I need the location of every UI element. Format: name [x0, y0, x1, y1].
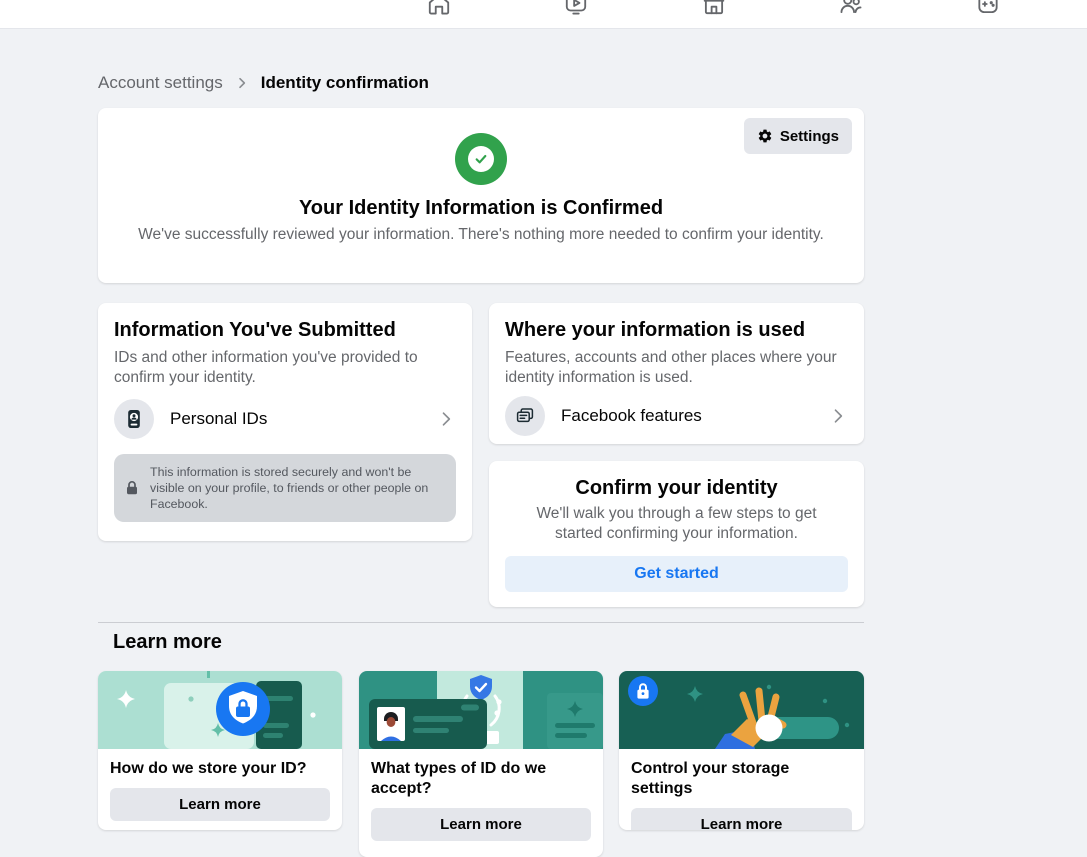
learn-card-title: What types of ID do we accept? [371, 759, 591, 799]
lock-icon [124, 480, 140, 496]
learn-card-title: Control your storage settings [631, 759, 852, 799]
secure-storage-notice-text: This information is stored securely and … [150, 464, 444, 512]
confirm-card-title: Confirm your identity [505, 477, 848, 500]
confirm-identity-card: Confirm your identity We'll walk you thr… [489, 461, 864, 607]
confirm-card-description: We'll walk you through a few steps to ge… [512, 504, 842, 544]
usage-card-description: Features, accounts and other places wher… [505, 348, 848, 388]
storage-settings-illustration [619, 671, 864, 749]
information-usage-card: Where your information is used Features,… [489, 303, 864, 444]
settings-button-label: Settings [780, 128, 839, 145]
breadcrumb-identity-confirmation: Identity confirmation [261, 73, 429, 93]
usage-card-title: Where your information is used [505, 319, 848, 342]
chevron-right-icon [828, 406, 848, 426]
learn-more-button[interactable]: Learn more [110, 788, 330, 821]
learn-card-title: How do we store your ID? [110, 759, 330, 779]
learn-more-heading: Learn more [113, 631, 222, 654]
learn-card-id-types: What types of ID do we accept? Learn mor… [359, 671, 603, 857]
top-navigation-bar [0, 0, 1087, 29]
settings-button[interactable]: Settings [744, 118, 852, 154]
information-submitted-card: Information You've Submitted IDs and oth… [98, 303, 472, 541]
personal-ids-row[interactable]: Personal IDs [114, 399, 456, 439]
status-subtitle: We've successfully reviewed your informa… [128, 225, 834, 245]
secure-storage-notice: This information is stored securely and … [114, 454, 456, 522]
status-title: Your Identity Information is Confirmed [98, 197, 864, 220]
gear-icon [757, 128, 773, 144]
learn-card-store-id: How do we store your ID? Learn more [98, 671, 342, 830]
watch-video-icon[interactable] [563, 0, 589, 17]
personal-ids-label: Personal IDs [170, 409, 267, 429]
breadcrumb-account-settings[interactable]: Account settings [98, 73, 223, 93]
identity-status-card: Settings Your Identity Information is Co… [98, 108, 864, 283]
learn-more-button[interactable]: Learn more [631, 808, 852, 830]
marketplace-icon[interactable] [701, 0, 727, 17]
id-types-illustration [359, 671, 603, 749]
section-divider [98, 622, 864, 623]
home-icon[interactable] [426, 0, 452, 17]
chevron-right-icon [234, 75, 250, 91]
submitted-card-description: IDs and other information you've provide… [114, 348, 456, 388]
get-started-button[interactable]: Get started [505, 556, 848, 592]
breadcrumb: Account settings Identity confirmation [98, 73, 429, 93]
facebook-features-label: Facebook features [561, 406, 702, 426]
chevron-right-icon [436, 409, 456, 429]
groups-icon[interactable] [838, 0, 864, 17]
gaming-icon[interactable] [975, 0, 1001, 17]
learn-card-storage-settings: Control your storage settings Learn more [619, 671, 864, 830]
confirmed-check-icon [455, 133, 507, 185]
id-card-icon [114, 399, 154, 439]
store-id-illustration [98, 671, 342, 749]
cards-stack-icon [505, 396, 545, 436]
facebook-features-row[interactable]: Facebook features [505, 396, 848, 436]
submitted-card-title: Information You've Submitted [114, 319, 456, 342]
learn-more-button[interactable]: Learn more [371, 808, 591, 841]
